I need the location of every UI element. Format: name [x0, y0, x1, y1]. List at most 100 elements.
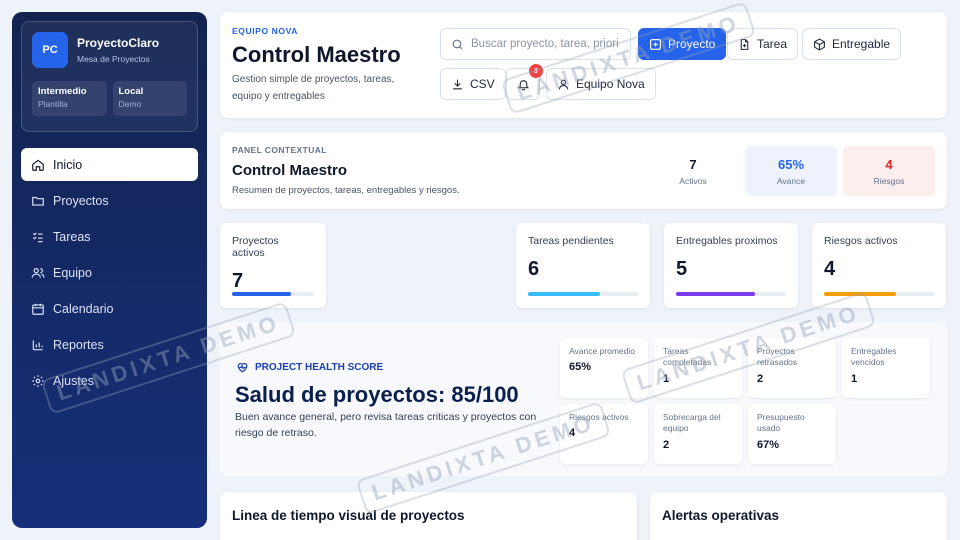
stat-value: 65%: [777, 157, 805, 172]
user-icon: [558, 79, 569, 89]
kpi-value: 4: [824, 258, 836, 280]
sidebar-item-proyectos[interactable]: Proyectos: [21, 184, 198, 217]
new-deliverable-button[interactable]: Entregable: [802, 28, 902, 60]
mode-chip-title: Local: [118, 86, 144, 97]
team-eyebrow: EQUIPO NOVA: [232, 26, 298, 36]
sidebar-item-label: Inicio: [53, 157, 83, 172]
sidebar-item-label: Ajustes: [53, 373, 94, 388]
mode-chip-sub: Demo: [118, 99, 142, 109]
metric-value: 67%: [757, 438, 780, 451]
gear-icon: [32, 374, 44, 387]
timeline-title: Linea de tiempo visual de proyectos: [232, 508, 465, 523]
metric-label: Presupuesto usado: [757, 412, 805, 434]
metric-value: 2: [663, 438, 670, 451]
stat-value: 4: [885, 157, 893, 172]
timeline-card: Linea de tiempo visual de proyectos: [220, 492, 637, 540]
folder-icon: [32, 196, 44, 206]
plan-chip-sub: Plantilla: [38, 99, 68, 109]
metric-avance-promedio: Avance promedio 65%: [560, 338, 648, 398]
sidebar-item-label: Proyectos: [53, 193, 109, 208]
stat-activos: 7 Activos: [647, 146, 739, 196]
page-subtitle: Gestion simple de proyectos, tareas, equ…: [232, 74, 395, 102]
kpi-progress-bar: [824, 292, 934, 296]
health-eyebrow-label: PROJECT HEALTH SCORE: [255, 362, 384, 373]
export-csv-button[interactable]: CSV: [440, 68, 506, 100]
stat-label: Avance: [776, 176, 806, 186]
context-panel: PANEL CONTEXTUAL Control Maestro Resumen…: [220, 132, 947, 209]
sidebar-item-reportes[interactable]: Reportes: [21, 328, 198, 361]
stat-riesgos: 4 Riesgos: [843, 146, 935, 196]
sidebar-item-calendario[interactable]: Calendario: [21, 292, 198, 325]
context-title: Control Maestro: [232, 162, 348, 179]
plan-chip: Intermedio Plantilla: [32, 81, 107, 116]
team-selector-label: Equipo Nova: [576, 77, 645, 91]
health-score-panel: PROJECT HEALTH SCORE Salud de proyectos:…: [220, 322, 947, 476]
kpi-progress-bar: [528, 292, 638, 296]
metric-entregables-vencidos: Entregables vencidos 1: [842, 338, 930, 398]
health-eyebrow: PROJECT HEALTH SCORE: [236, 361, 383, 374]
new-project-button[interactable]: Proyecto: [638, 28, 727, 60]
users-icon: [31, 267, 45, 278]
kpi-value: 5: [676, 258, 688, 280]
kpi-progress-fill: [232, 292, 292, 296]
bell-icon: [517, 79, 529, 90]
health-title: Salud de proyectos: 85/100: [235, 382, 519, 407]
metric-label: Avance promedio: [569, 346, 635, 356]
metric-label: Entregables vencidos: [851, 346, 897, 368]
metric-value: 1: [663, 372, 670, 385]
kpi-card-riesgos: Riesgos activos 4: [812, 223, 946, 308]
kpi-label: Proyectos activos: [232, 235, 279, 259]
metric-value: 65%: [569, 361, 592, 374]
kpi-progress-bar: [232, 292, 314, 296]
search-input[interactable]: [471, 38, 621, 50]
sidebar-item-inicio[interactable]: Inicio: [21, 148, 198, 181]
new-deliverable-label: Entregable: [832, 37, 891, 51]
export-csv-label: CSV: [470, 77, 495, 91]
brand-subtitle: Mesa de Proyectos: [77, 54, 150, 64]
alerts-card: Alertas operativas: [650, 492, 947, 540]
stat-label: Activos: [679, 176, 707, 186]
sidebar-item-label: Calendario: [53, 301, 114, 316]
metric-label: Proyectos retrasados: [757, 346, 798, 368]
kpi-progress-fill: [676, 292, 756, 296]
sidebar-item-equipo[interactable]: Equipo: [21, 256, 198, 289]
kpi-value: 6: [528, 258, 540, 280]
heart-pulse-icon: [237, 363, 248, 373]
sidebar-item-label: Reportes: [53, 337, 104, 352]
alerts-title: Alertas operativas: [662, 508, 780, 523]
health-subtitle: Buen avance general, pero revisa tareas …: [235, 411, 537, 439]
kpi-label: Entregables proximos: [676, 235, 778, 247]
mode-chip: Local Demo: [112, 81, 187, 116]
sidebar-item-ajustes[interactable]: Ajustes: [21, 364, 198, 397]
metric-value: 2: [757, 372, 764, 385]
metric-riesgos-activos: Riesgos activos 4: [560, 404, 648, 464]
context-subtitle: Resumen de proyectos, tareas, entregable…: [232, 185, 460, 196]
search-box[interactable]: [440, 28, 631, 60]
download-icon: [453, 79, 462, 89]
kpi-card-proyectos: Proyectos activos 7: [220, 223, 326, 308]
kpi-label: Tareas pendientes: [528, 235, 614, 247]
kpi-value: 7: [232, 270, 244, 292]
sidebar-item-tareas[interactable]: Tareas: [21, 220, 198, 253]
kpi-progress-fill: [528, 292, 600, 296]
sidebar-nav: Inicio Proyectos Tareas Equipo Calendari…: [21, 148, 198, 397]
sidebar-item-label: Tareas: [53, 229, 91, 244]
metric-label: Tareas completadas: [663, 346, 712, 368]
metric-presupuesto-usado: Presupuesto usado 67%: [748, 404, 836, 464]
package-icon: [814, 37, 825, 51]
sidebar: PC ProyectoClaro Mesa de Proyectos Inter…: [12, 12, 207, 528]
bar-chart-icon: [32, 339, 43, 350]
kpi-label: Riesgos activos: [824, 235, 898, 247]
page-header: EQUIPO NOVA Control Maestro Gestion simp…: [220, 12, 947, 118]
notifications-button[interactable]: 3: [506, 64, 543, 100]
checklist-icon: [32, 232, 43, 242]
team-selector-button[interactable]: Equipo Nova: [546, 68, 656, 100]
new-task-button[interactable]: Tarea: [727, 28, 799, 60]
stat-value: 7: [689, 157, 697, 172]
kpi-progress-bar: [676, 292, 786, 296]
sidebar-item-label: Equipo: [53, 265, 92, 280]
brand-card: PC ProyectoClaro Mesa de Proyectos Inter…: [21, 21, 198, 132]
brand-name: ProyectoClaro: [77, 36, 160, 50]
new-task-label: Tarea: [757, 37, 788, 51]
brand-logo: PC: [32, 32, 68, 68]
